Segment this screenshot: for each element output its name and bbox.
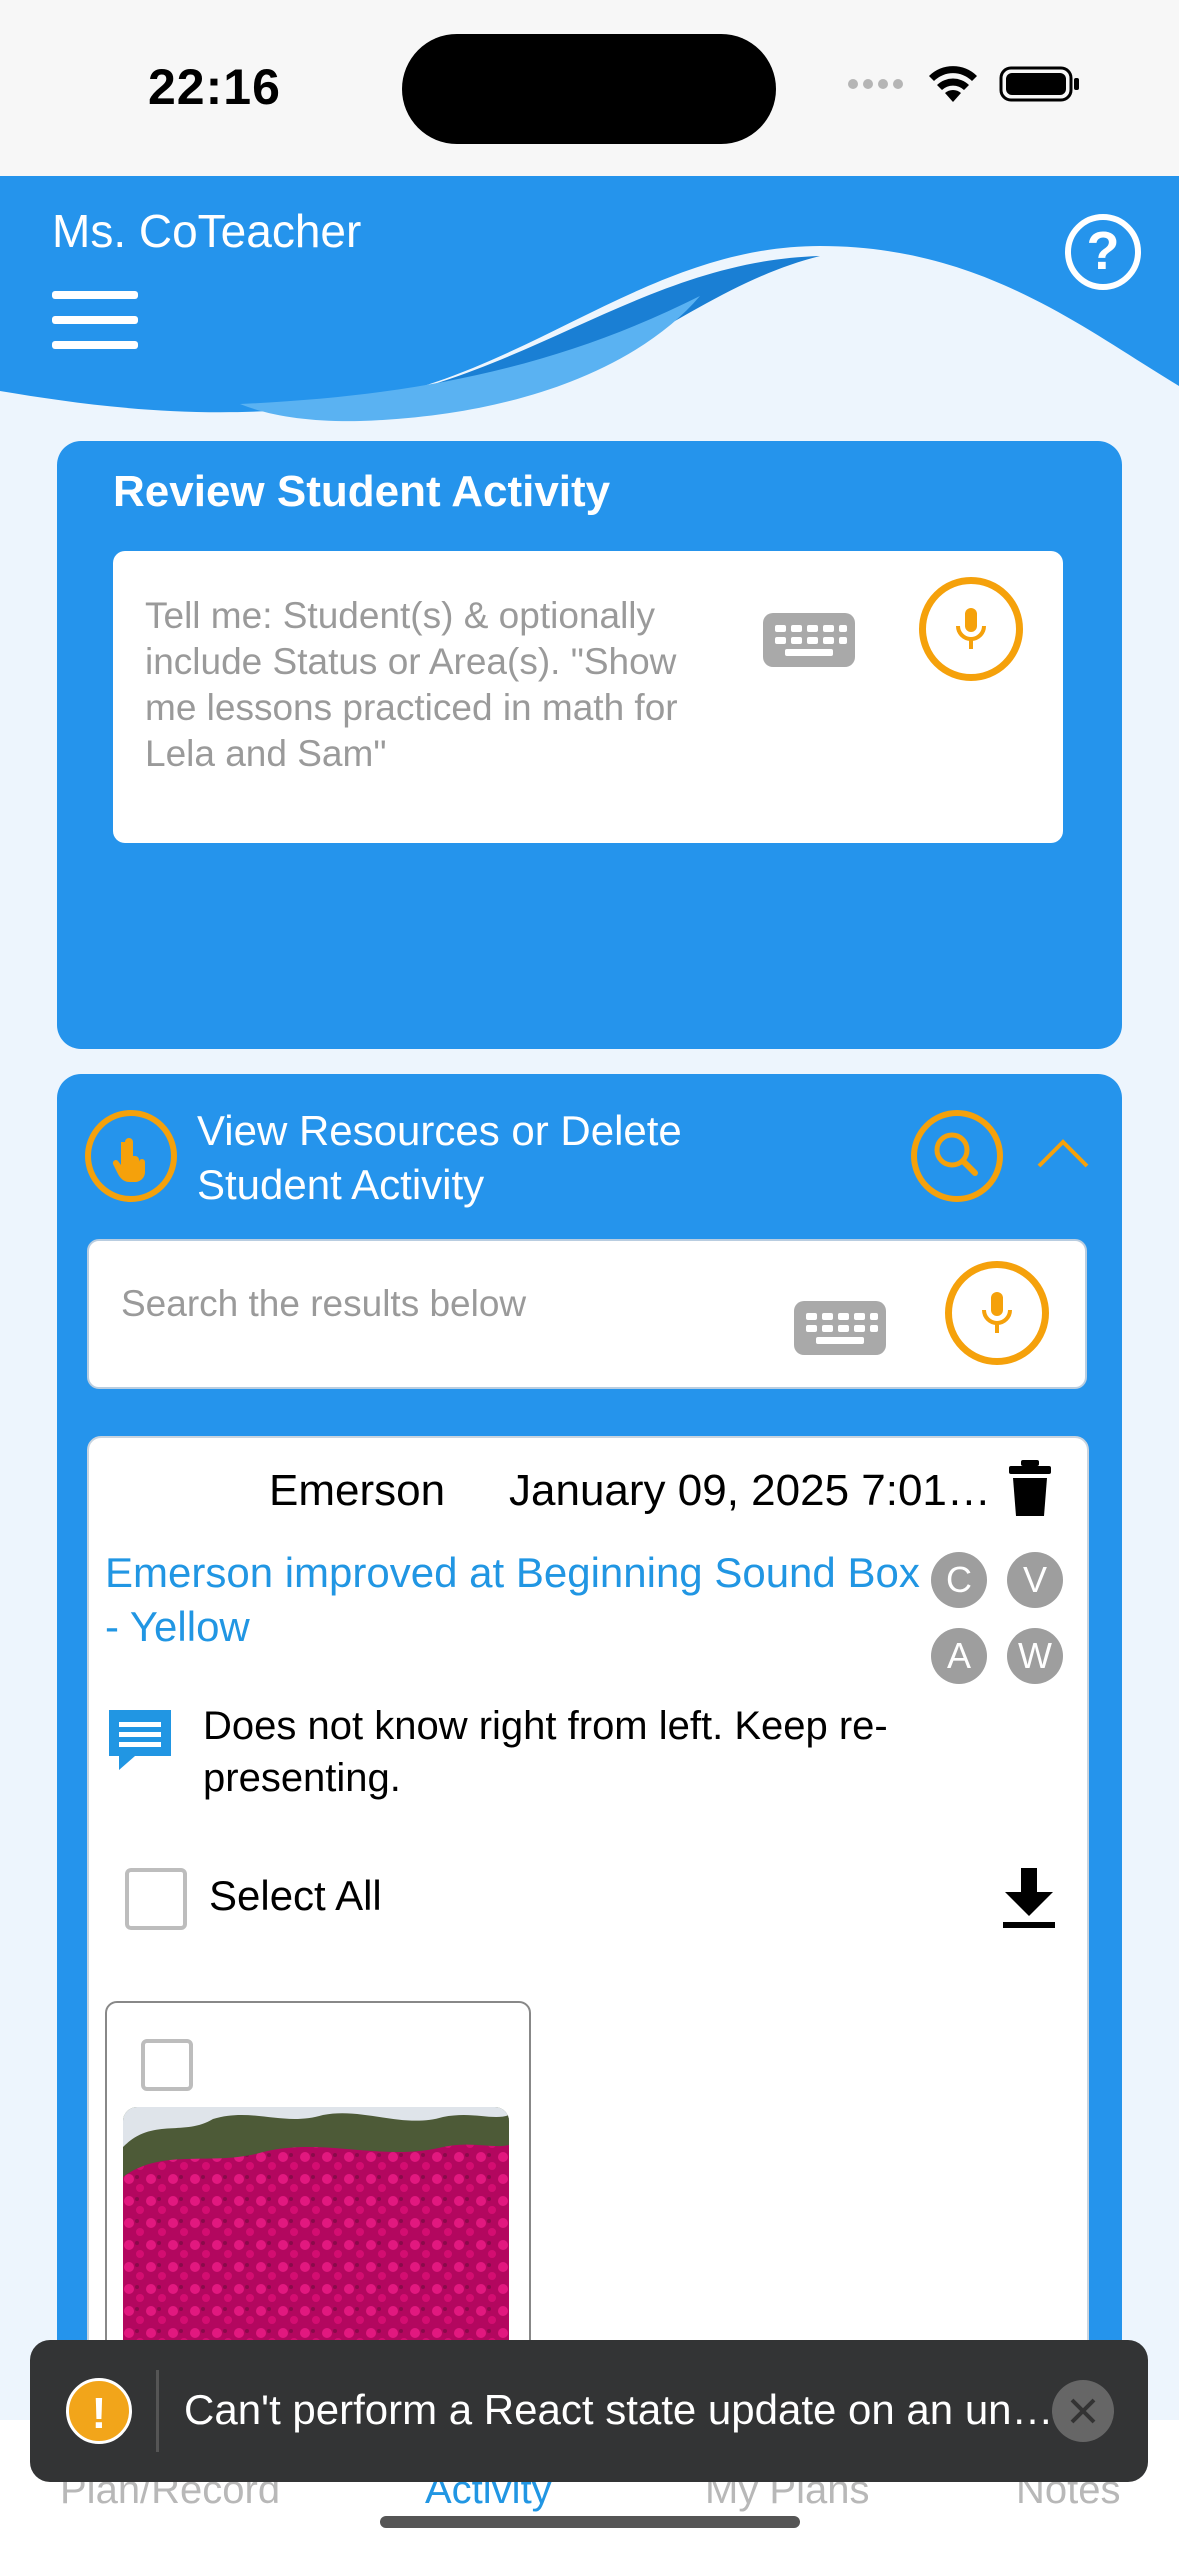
hamburger-icon[interactable]	[52, 291, 138, 349]
touch-mode-button[interactable]	[85, 1110, 177, 1202]
battery-icon	[999, 66, 1079, 102]
status-bar: 22:16	[0, 0, 1179, 176]
microphone-icon	[982, 1292, 1012, 1333]
status-icons	[847, 64, 1081, 104]
microphone-button[interactable]	[919, 577, 1023, 681]
activity-note: Does not know right from left. Keep re-p…	[203, 1704, 888, 1800]
status-time: 22:16	[148, 59, 281, 115]
warning-icon: !	[66, 2378, 132, 2444]
close-button[interactable]	[1052, 2380, 1114, 2442]
select-all-label: Select All	[209, 1872, 382, 1919]
app-title: Ms. CoTeacher	[52, 205, 362, 257]
signal-icon	[848, 79, 903, 89]
tag-a: A	[931, 1628, 987, 1684]
review-activity-card: Review Student Activity Tell me: Student…	[57, 441, 1122, 1049]
app-content: Ms. CoTeacher ? Review Student Activity …	[0, 176, 1179, 2556]
hand-pointer-icon	[112, 1138, 145, 1182]
tag-c: C	[931, 1552, 987, 1608]
resources-card: View Resources or Delete Student Activit…	[57, 1074, 1122, 2556]
activity-entry: Emerson January 09, 2025 7:01 PM Emerson…	[87, 1436, 1089, 2498]
home-indicator	[380, 2516, 800, 2528]
review-input[interactable]: Tell me: Student(s) & optionally include…	[113, 551, 1063, 843]
wifi-icon	[929, 66, 977, 102]
lesson-link[interactable]: Emerson improved at Beginning Sound Box …	[105, 1546, 925, 1654]
search-icon	[934, 1132, 978, 1176]
search-input[interactable]: Search the results below	[87, 1239, 1087, 1389]
review-title: Review Student Activity	[113, 467, 611, 516]
chevron-up-icon[interactable]	[1035, 1134, 1091, 1170]
microphone-icon	[956, 608, 986, 649]
trash-icon[interactable]	[1007, 1458, 1053, 1518]
comment-icon	[109, 1710, 171, 1770]
tag-v: V	[1007, 1552, 1063, 1608]
microphone-button[interactable]	[945, 1261, 1049, 1365]
image-checkbox[interactable]	[141, 2039, 193, 2091]
close-icon	[1070, 2398, 1096, 2424]
keyboard-icon[interactable]	[763, 613, 855, 667]
activity-date: January 09, 2025 7:01 PM	[509, 1466, 994, 1515]
error-toast[interactable]: ! Can't perform a React state update on …	[30, 2340, 1148, 2482]
select-all-checkbox[interactable]	[125, 1868, 187, 1930]
toast-message: Can't perform a React state update on an…	[184, 2386, 1054, 2433]
download-icon[interactable]	[1001, 1866, 1057, 1930]
help-button[interactable]: ?	[1065, 214, 1141, 290]
search-button[interactable]	[911, 1110, 1003, 1202]
keyboard-icon[interactable]	[794, 1301, 886, 1355]
dynamic-island	[402, 34, 776, 144]
resources-title: View Resources or Delete Student Activit…	[197, 1107, 682, 1208]
search-placeholder: Search the results below	[121, 1283, 527, 1324]
review-placeholder: Tell me: Student(s) & optionally include…	[145, 595, 678, 774]
toast-divider	[156, 2370, 159, 2452]
tag-w: W	[1007, 1628, 1063, 1684]
student-name: Emerson	[269, 1466, 446, 1515]
